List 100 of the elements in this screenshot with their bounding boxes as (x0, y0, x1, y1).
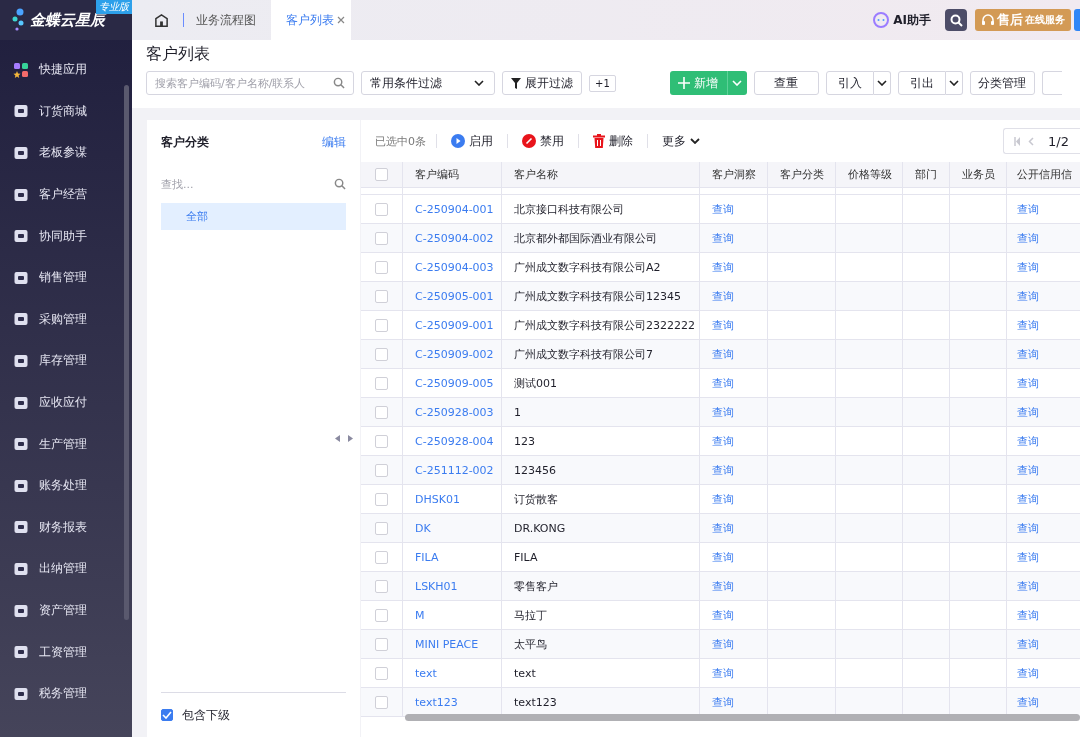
query-link[interactable]: 查询 (712, 607, 734, 623)
customer-code-link[interactable]: C-250909-001 (415, 318, 494, 332)
query-link[interactable]: 查询 (1017, 491, 1039, 507)
menu-item[interactable]: 出纳管理 (0, 548, 132, 590)
menu-item[interactable]: 订货商城 (0, 90, 132, 133)
collapse-arrows-icon[interactable] (335, 435, 353, 442)
query-link[interactable]: 查询 (712, 404, 734, 420)
edit-link[interactable]: 编辑 (322, 133, 346, 151)
category-search-field[interactable]: 查找... (161, 170, 346, 198)
query-link[interactable]: 查询 (712, 230, 734, 246)
customer-code-link[interactable]: C-250904-003 (415, 260, 494, 274)
checkbox[interactable] (161, 709, 173, 721)
query-link[interactable]: 查询 (1017, 578, 1039, 594)
customer-code-link[interactable]: M (415, 608, 425, 622)
query-link[interactable]: 查询 (712, 288, 734, 304)
query-link[interactable]: 查询 (1017, 520, 1039, 536)
query-link[interactable]: 查询 (1017, 433, 1039, 449)
query-link[interactable]: 查询 (712, 549, 734, 565)
category-item[interactable]: 全部 (161, 203, 346, 230)
action-button[interactable]: 引入 (825, 71, 874, 95)
menu-item[interactable]: 财务报表 (0, 506, 132, 549)
column-header[interactable]: 客户分类 (768, 162, 836, 187)
query-link[interactable]: 查询 (712, 665, 734, 681)
query-link[interactable]: 查询 (712, 491, 734, 507)
query-link[interactable]: 查询 (712, 636, 734, 652)
customer-code-link[interactable]: C-250909-005 (415, 376, 494, 390)
toolbar-button[interactable]: 启用 (447, 132, 497, 150)
customer-code-link[interactable]: DHSK01 (415, 492, 460, 506)
query-link[interactable]: 查询 (1017, 230, 1039, 246)
add-button[interactable]: 新增 (669, 71, 728, 95)
query-link[interactable]: 查询 (712, 346, 734, 362)
column-header[interactable]: 部门 (903, 162, 950, 187)
query-link[interactable]: 查询 (712, 462, 734, 478)
query-link[interactable]: 查询 (1017, 665, 1039, 681)
search-field[interactable]: 搜索客户编码/客户名称/联系人 (146, 71, 354, 95)
menu-item[interactable]: 资产管理 (0, 589, 132, 632)
column-header[interactable]: 价格等级 (836, 162, 903, 187)
menu-item[interactable]: 采购管理 (0, 298, 132, 341)
query-link[interactable]: 查询 (712, 201, 734, 217)
query-link[interactable]: 查询 (1017, 259, 1039, 275)
menu-item[interactable]: 客户经营 (0, 173, 132, 216)
customer-code-link[interactable]: FILA (415, 550, 439, 564)
toolbar-button[interactable]: 删除 (589, 132, 637, 150)
column-header[interactable]: 公开信用信 (1007, 162, 1080, 187)
query-link[interactable]: 查询 (712, 520, 734, 536)
filter-dropdown[interactable]: 常用条件过滤 (361, 71, 495, 95)
previous-page-icon[interactable] (1028, 136, 1034, 146)
home-icon[interactable] (154, 12, 169, 28)
customer-code-link[interactable]: LSKH01 (415, 579, 458, 593)
customer-code-link[interactable]: text123 (415, 695, 458, 709)
menu-item[interactable]: 库存管理 (0, 340, 132, 382)
query-link[interactable]: 查询 (712, 578, 734, 594)
scrollbar[interactable] (124, 85, 129, 620)
query-link[interactable]: 查询 (1017, 607, 1039, 623)
tab[interactable]: 客户列表 (271, 0, 351, 40)
query-link[interactable]: 查询 (1017, 549, 1039, 565)
column-header[interactable]: 客户编码 (403, 162, 502, 187)
query-link[interactable]: 查询 (1017, 462, 1039, 478)
query-link[interactable]: 查询 (1017, 375, 1039, 391)
after-sales-button[interactable]: 售后在线服务 (975, 9, 1071, 31)
customer-code-link[interactable]: text (415, 666, 437, 680)
query-link[interactable]: 查询 (712, 694, 734, 710)
column-header[interactable]: 客户洞察 (700, 162, 768, 187)
tab[interactable]: 业务流程图 (196, 0, 271, 40)
menu-item[interactable]: 应收应付 (0, 381, 132, 424)
customer-code-link[interactable]: C-250928-003 (415, 405, 494, 419)
more-button[interactable]: 更多 (658, 132, 704, 150)
customer-code-link[interactable]: C-250905-001 (415, 289, 494, 303)
customer-code-link[interactable]: DK (415, 521, 431, 535)
column-header[interactable]: 客户名称 (502, 162, 700, 187)
query-link[interactable]: 查询 (1017, 201, 1039, 217)
query-link[interactable]: 查询 (1017, 346, 1039, 362)
action-button[interactable]: 引出 (897, 71, 946, 95)
menu-item[interactable]: 销售管理 (0, 256, 132, 299)
menu-item[interactable]: 老板参谋 (0, 132, 132, 174)
query-link[interactable]: 查询 (712, 433, 734, 449)
toolbar-button[interactable]: 禁用 (518, 132, 568, 150)
customer-code-link[interactable]: C-250909-002 (415, 347, 494, 361)
menu-item[interactable]: 税务管理 (0, 672, 132, 715)
menu-item[interactable]: 工资管理 (0, 631, 132, 673)
customer-code-link[interactable]: C-250928-004 (415, 434, 494, 448)
query-link[interactable]: 查询 (1017, 404, 1039, 420)
search-button[interactable] (945, 9, 967, 31)
query-link[interactable]: 查询 (1017, 636, 1039, 652)
menu-item[interactable]: 协同助手 (0, 215, 132, 257)
header-button[interactable] (1074, 9, 1080, 31)
query-link[interactable]: 查询 (1017, 288, 1039, 304)
column-header[interactable]: 业务员 (950, 162, 1007, 187)
toolbar-button[interactable] (1041, 71, 1062, 95)
customer-code-link[interactable]: C-251112-002 (415, 463, 494, 477)
customer-code-link[interactable]: MINI PEACE (415, 637, 479, 651)
query-link[interactable]: 查询 (1017, 694, 1039, 710)
query-link[interactable]: 查询 (712, 259, 734, 275)
expand-filter-button[interactable]: 展开过滤 (502, 71, 582, 95)
filter-count-badge[interactable]: +1 (589, 74, 616, 92)
customer-code-link[interactable]: C-250904-002 (415, 231, 494, 245)
scrollbar[interactable] (405, 714, 1080, 721)
query-link[interactable]: 查询 (712, 317, 734, 333)
ai-assistant-button[interactable]: AI助手 (872, 11, 931, 29)
menu-item[interactable]: 账务处理 (0, 464, 132, 507)
